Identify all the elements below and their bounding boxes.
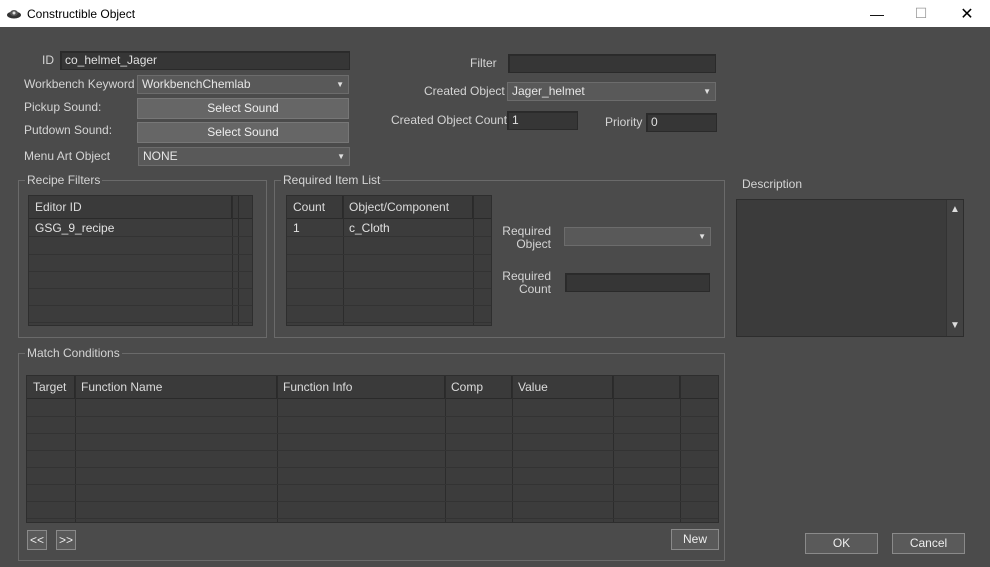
- created-object-select[interactable]: Jager_helmet ▼: [507, 82, 716, 101]
- table-row: [27, 451, 718, 468]
- window-title: Constructible Object: [27, 6, 136, 21]
- table-row: [287, 289, 491, 306]
- table-row: [287, 238, 491, 255]
- scroll-up-icon[interactable]: ▲: [947, 202, 963, 218]
- chevron-down-icon: ▼: [337, 152, 345, 161]
- table-row: [27, 434, 718, 451]
- menu-art-object-label: Menu Art Object: [24, 149, 111, 163]
- description-textarea[interactable]: ▲ ▼: [736, 199, 964, 337]
- match-conditions-title: Match Conditions: [25, 346, 122, 360]
- count-cell: 1: [293, 221, 300, 235]
- chevron-down-icon: ▼: [703, 87, 711, 96]
- workbench-keyword-value: WorkbenchChemlab: [142, 77, 251, 91]
- workbench-keyword-label: Workbench Keyword: [24, 77, 135, 91]
- created-object-count-label: Created Object Count: [391, 113, 508, 127]
- filter-input[interactable]: [508, 54, 716, 73]
- next-page-button[interactable]: >>: [56, 530, 76, 550]
- chevron-down-icon: ▼: [698, 232, 706, 241]
- pickup-select-sound-button[interactable]: Select Sound: [137, 98, 349, 119]
- required-object-select[interactable]: ▼: [564, 227, 711, 246]
- recipe-filters-group: Recipe Filters Editor ID GSG_9_recipe: [18, 173, 267, 338]
- table-row: [27, 417, 718, 434]
- table-row: [287, 306, 491, 323]
- table-row: [29, 289, 252, 306]
- created-object-value: Jager_helmet: [512, 84, 585, 98]
- workbench-keyword-select[interactable]: WorkbenchChemlab ▼: [137, 75, 349, 94]
- created-object-count-input[interactable]: 1: [507, 111, 578, 130]
- menu-art-object-select[interactable]: NONE ▼: [138, 147, 350, 166]
- required-object-label: Required Object: [502, 224, 551, 251]
- previous-page-button[interactable]: <<: [27, 530, 47, 550]
- pickup-sound-label: Pickup Sound:: [24, 100, 102, 114]
- putdown-select-sound-button[interactable]: Select Sound: [137, 122, 349, 143]
- table-row[interactable]: GSG_9_recipe: [29, 220, 252, 237]
- app-icon: [6, 7, 22, 21]
- object-component-cell: c_Cloth: [349, 221, 390, 235]
- id-label: ID: [42, 53, 54, 67]
- table-row: [29, 255, 252, 272]
- editor-id-cell: GSG_9_recipe: [35, 221, 115, 235]
- table-row: [27, 468, 718, 485]
- table-header: Editor ID: [29, 196, 252, 219]
- recipe-filters-table[interactable]: Editor ID GSG_9_recipe: [28, 195, 253, 326]
- table-row: [27, 400, 718, 417]
- match-conditions-table[interactable]: Target Function Name Function Info Comp …: [26, 375, 719, 523]
- required-count-input[interactable]: [565, 273, 710, 292]
- putdown-sound-label: Putdown Sound:: [24, 123, 113, 137]
- column-object-component[interactable]: Object/Component: [343, 196, 473, 219]
- ok-button[interactable]: OK: [805, 533, 878, 554]
- priority-input[interactable]: 0: [646, 113, 717, 132]
- table-row: [27, 502, 718, 519]
- created-object-label: Created Object: [424, 84, 505, 98]
- dialog-body: ID co_helmet_Jager Workbench Keyword Wor…: [0, 27, 990, 567]
- table-row: [27, 485, 718, 502]
- scroll-down-icon[interactable]: ▼: [947, 318, 963, 334]
- cancel-button[interactable]: Cancel: [892, 533, 965, 554]
- match-conditions-group: Match Conditions Target Function Name Fu…: [18, 346, 725, 561]
- column-target[interactable]: Target: [27, 376, 75, 399]
- table-header: Count Object/Component: [287, 196, 491, 219]
- table-row: [287, 272, 491, 289]
- description-label: Description: [742, 177, 803, 191]
- new-condition-button[interactable]: New: [671, 529, 719, 550]
- close-button[interactable]: ✕: [944, 0, 990, 27]
- required-item-list-title: Required Item List: [281, 173, 383, 187]
- table-row: [29, 272, 252, 289]
- column-function-info[interactable]: Function Info: [277, 376, 445, 399]
- priority-label: Priority: [605, 115, 643, 129]
- column-editor-id[interactable]: Editor ID: [29, 196, 232, 219]
- required-item-table[interactable]: Count Object/Component 1 c_Cloth: [286, 195, 492, 326]
- filter-label: Filter: [470, 56, 497, 70]
- column-comp[interactable]: Comp: [445, 376, 512, 399]
- description-scrollbar[interactable]: ▲ ▼: [946, 200, 963, 336]
- table-row: [287, 255, 491, 272]
- table-header: Target Function Name Function Info Comp …: [27, 376, 718, 399]
- recipe-filters-title: Recipe Filters: [25, 173, 103, 187]
- id-input[interactable]: co_helmet_Jager: [60, 51, 350, 70]
- required-item-list-group: Required Item List Count Object/Componen…: [274, 173, 725, 338]
- title-bar: Constructible Object — ☐ ✕: [0, 0, 990, 27]
- column-function-name[interactable]: Function Name: [75, 376, 277, 399]
- menu-art-object-value: NONE: [143, 149, 178, 163]
- column-extra-1: [613, 376, 680, 399]
- table-row[interactable]: 1 c_Cloth: [287, 220, 491, 237]
- minimize-button[interactable]: —: [854, 0, 900, 27]
- column-count[interactable]: Count: [287, 196, 343, 219]
- table-row: [29, 306, 252, 323]
- table-row: [29, 238, 252, 255]
- column-value[interactable]: Value: [512, 376, 613, 399]
- chevron-down-icon: ▼: [336, 80, 344, 89]
- maximize-button[interactable]: ☐: [898, 0, 944, 27]
- required-count-label: Required Count: [502, 269, 551, 296]
